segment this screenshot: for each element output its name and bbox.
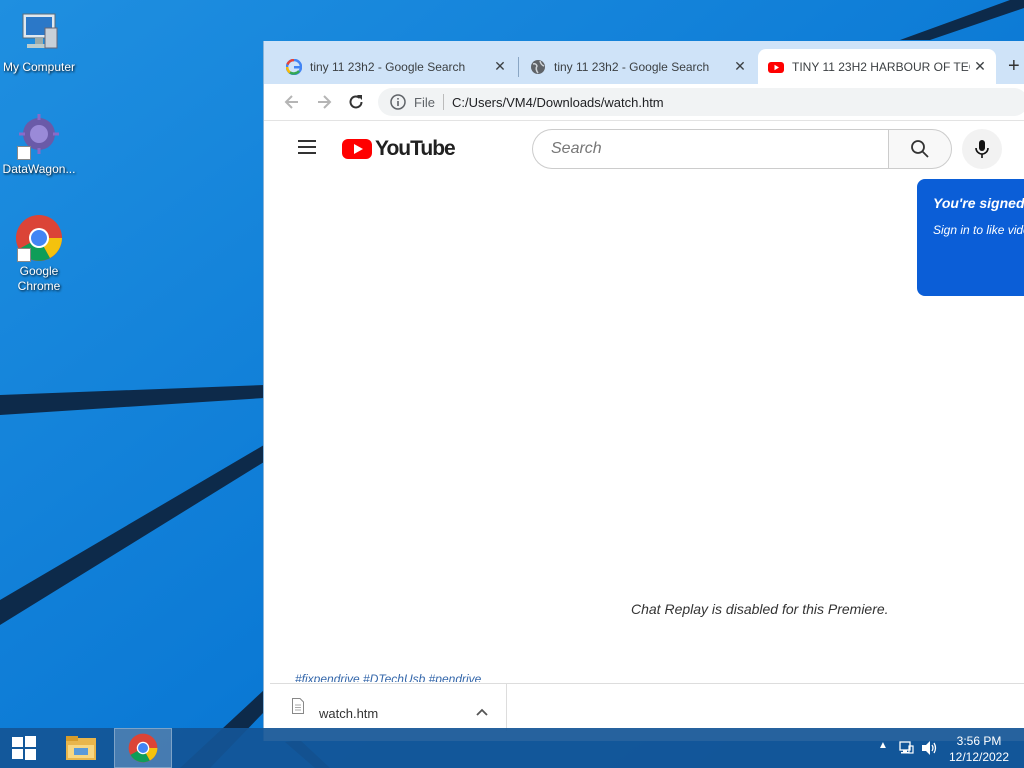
address-bar[interactable]: File C:/Users/VM4/Downloads/watch.htm	[378, 88, 1024, 116]
chat-replay-message: Chat Replay is disabled for this Premier…	[631, 601, 889, 617]
desktop-icon-my-computer[interactable]: My Computer	[0, 10, 78, 75]
tab-title: tiny 11 23h2 - Google Search	[554, 59, 710, 74]
voice-search-button[interactable]	[962, 129, 1002, 169]
shortcut-arrow-icon	[17, 146, 31, 160]
show-hidden-icons-button[interactable]: ▲	[878, 740, 888, 751]
download-shelf: watch.htm	[270, 683, 1024, 731]
download-filename: watch.htm	[319, 706, 379, 721]
desktop-icon-datawagon[interactable]: DataWagon...	[0, 112, 78, 177]
desktop-icon-label: DataWagon...	[2, 162, 76, 176]
desktop-icon-label: Google Chrome	[17, 264, 61, 293]
tab-close-icon[interactable]: ✕	[490, 58, 510, 75]
desktop-icon-google-chrome[interactable]: Google Chrome	[0, 214, 78, 294]
clock[interactable]: 3:56 PM 12/12/2022	[944, 733, 1014, 765]
search-icon	[911, 140, 929, 158]
back-arrow-icon[interactable]	[282, 92, 302, 112]
search-button[interactable]	[888, 129, 952, 169]
youtube-page: YouTube You're signed o Sign	[270, 121, 1024, 682]
youtube-logo[interactable]: YouTube	[342, 137, 456, 161]
windows-logo-icon	[12, 736, 36, 760]
signed-out-card: You're signed o Sign in to like vide	[917, 179, 1024, 296]
globe-icon	[531, 59, 545, 74]
tab-youtube-active[interactable]: TINY 11 23H2 HARBOUR OF TECH ✕	[758, 49, 996, 84]
volume-icon[interactable]	[920, 739, 938, 757]
tab-close-icon[interactable]: ✕	[730, 58, 750, 75]
tab-strip: tiny 11 23h2 - Google Search ✕ tiny 11 2…	[264, 41, 1024, 84]
taskbar-file-explorer[interactable]	[56, 728, 106, 768]
chrome-icon	[15, 214, 63, 262]
signed-out-heading: You're signed o	[933, 195, 1024, 211]
google-g-icon	[286, 58, 302, 75]
chrome-icon	[128, 733, 158, 763]
browser-toolbar: File C:/Users/VM4/Downloads/watch.htm	[264, 84, 1024, 121]
search-box	[532, 129, 889, 169]
chevron-up-icon[interactable]	[476, 708, 488, 716]
video-hashtags[interactable]: #fixpendrive #DTechUsb #pendrive	[295, 672, 481, 682]
youtube-play-icon	[342, 139, 372, 159]
microphone-icon	[975, 140, 989, 158]
search-input[interactable]	[549, 139, 873, 159]
youtube-header: YouTube	[270, 121, 1024, 177]
shortcut-arrow-icon	[17, 248, 31, 262]
taskbar: ▲ 3:56 PM 12/12/2022	[0, 728, 1024, 768]
tab-close-icon[interactable]: ✕	[970, 58, 990, 75]
datawagon-icon	[15, 112, 63, 160]
url-text[interactable]: C:/Users/VM4/Downloads/watch.htm	[452, 95, 664, 110]
computer-icon	[15, 10, 63, 58]
info-icon[interactable]	[390, 94, 406, 110]
tab-google-search-1[interactable]: tiny 11 23h2 - Google Search ✕	[276, 49, 516, 84]
document-icon	[292, 698, 304, 714]
tab-title: TINY 11 23H2 HARBOUR OF TECH	[792, 59, 970, 74]
desktop-icon-label: My Computer	[2, 60, 76, 74]
start-button[interactable]	[0, 728, 48, 768]
chrome-window: tiny 11 23h2 - Google Search ✕ tiny 11 2…	[263, 41, 1024, 741]
youtube-wordmark: YouTube	[375, 137, 456, 160]
signed-out-subtext: Sign in to like vide	[933, 223, 1024, 237]
scheme-label: File	[414, 94, 435, 110]
reload-icon[interactable]	[346, 92, 366, 112]
omnibox-divider	[442, 94, 444, 110]
youtube-icon	[768, 61, 784, 73]
download-item[interactable]: watch.htm	[270, 684, 507, 731]
folder-icon	[66, 736, 96, 760]
tab-title: tiny 11 23h2 - Google Search	[310, 59, 466, 74]
clock-time: 3:56 PM	[956, 734, 1002, 748]
new-tab-button[interactable]: +	[1008, 55, 1020, 78]
tab-separator	[518, 57, 519, 77]
tab-google-search-2[interactable]: tiny 11 23h2 - Google Search ✕	[520, 49, 756, 84]
clock-date: 12/12/2022	[948, 750, 1010, 764]
menu-icon[interactable]	[298, 139, 316, 155]
forward-arrow-icon[interactable]	[314, 92, 334, 112]
network-icon[interactable]	[898, 740, 914, 756]
taskbar-chrome[interactable]	[114, 728, 172, 768]
